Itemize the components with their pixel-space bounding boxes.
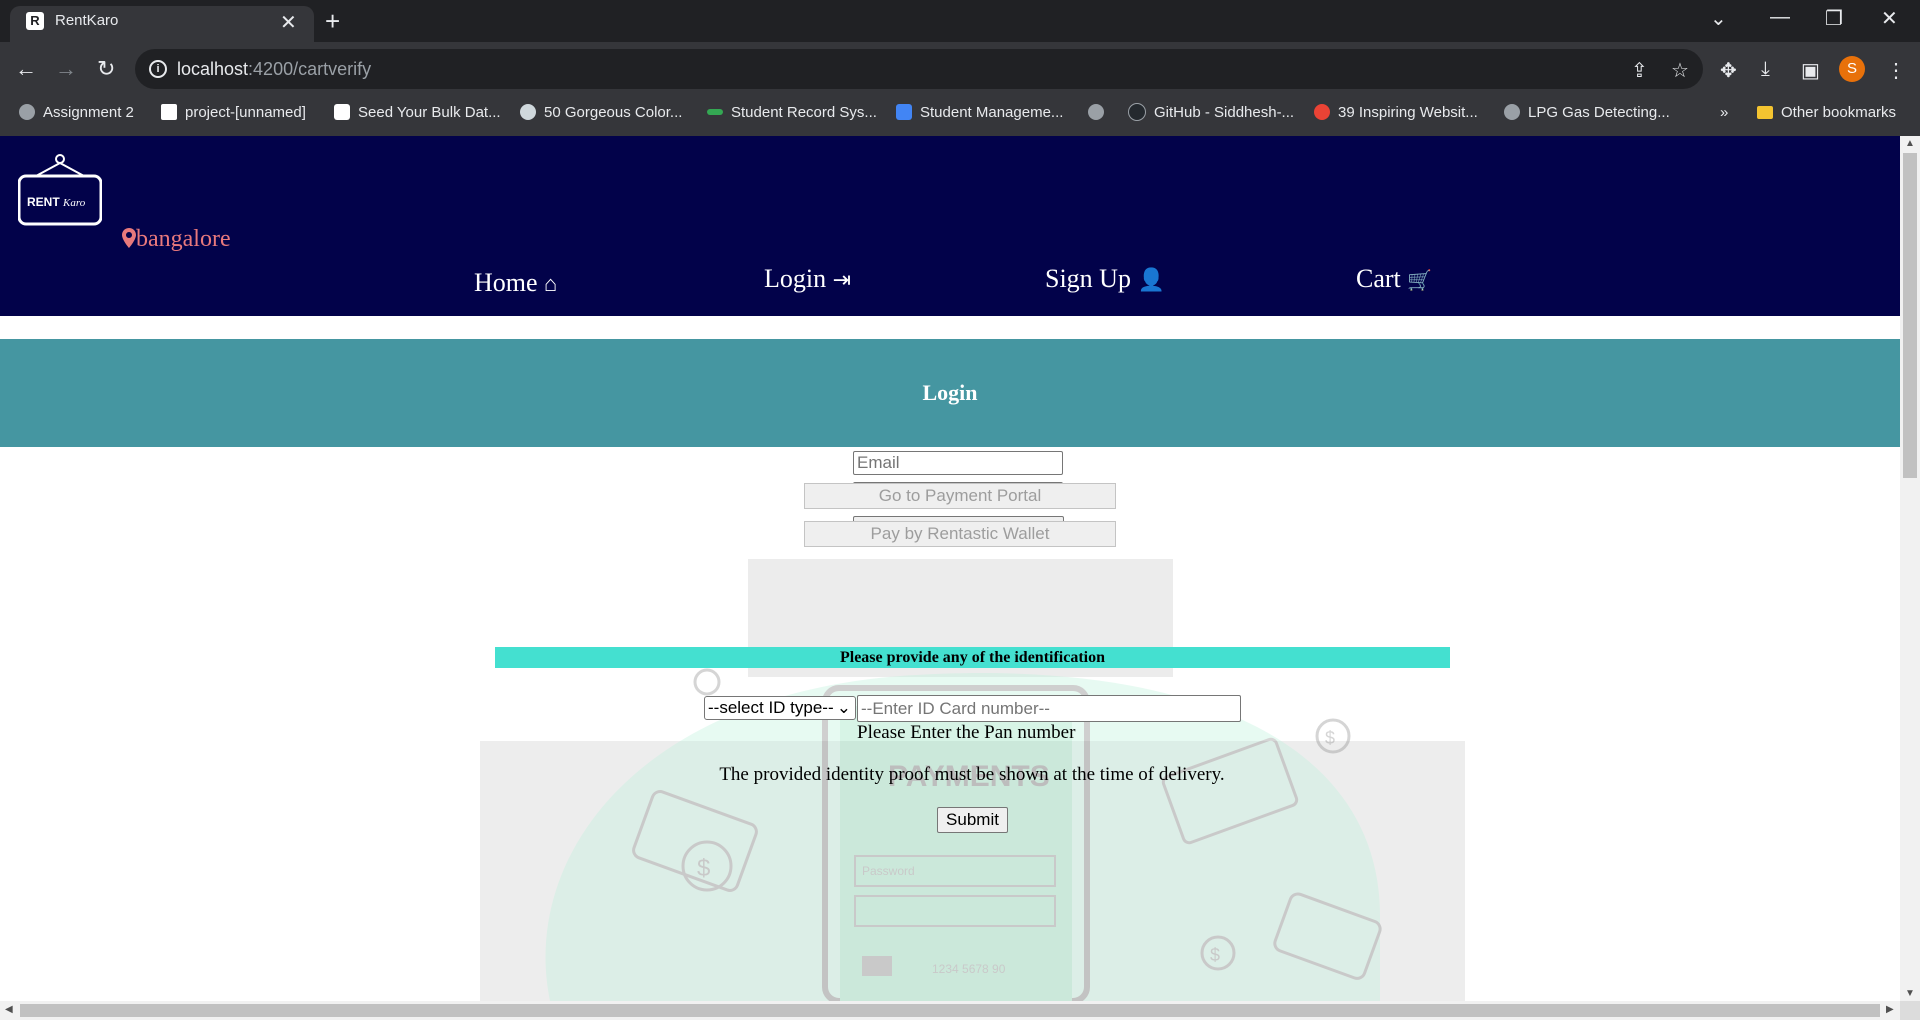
palette-icon (520, 104, 536, 120)
extensions-icon[interactable]: ✥ (1720, 58, 1737, 83)
site-header (0, 136, 1900, 316)
bookmark-item[interactable] (1088, 102, 1112, 122)
user-plus-icon: 👤 (1137, 267, 1165, 292)
logo-text-script: Karo (62, 197, 86, 209)
login-title: Login (922, 380, 978, 405)
identification-banner: Please provide any of the identification (495, 647, 1450, 668)
forward-icon[interactable]: → (55, 56, 77, 82)
nav-signup[interactable]: Sign Up 👤 (1045, 264, 1165, 294)
home-icon: ⌂ (544, 271, 558, 296)
menu-icon[interactable]: ⋮ (1886, 58, 1906, 83)
id-number-input[interactable]: --Enter ID Card number-- (857, 695, 1241, 722)
scroll-right-icon[interactable]: ▶ (1886, 1004, 1894, 1015)
bookmark-item[interactable]: LPG Gas Detecting... (1504, 102, 1670, 122)
management-icon (896, 104, 912, 120)
inspire-icon (1314, 104, 1330, 120)
identity-proof-note: The provided identity proof must be show… (719, 764, 1225, 785)
other-bookmarks-folder[interactable]: Other bookmarks (1757, 102, 1896, 122)
location-label: bangalore (136, 226, 231, 252)
nav-cart[interactable]: Cart 🛒 (1356, 264, 1432, 294)
github-icon (1128, 103, 1146, 121)
location-selector[interactable]: bangalore (122, 226, 231, 253)
restore-icon[interactable]: ❐ (1825, 6, 1843, 31)
url-text[interactable]: localhost:4200/cartverify (177, 59, 371, 80)
side-panel-icon[interactable]: ▣ (1801, 58, 1820, 83)
sign-in-icon: ⇥ (832, 267, 852, 292)
bookmark-item[interactable]: 50 Gorgeous Color... (520, 102, 682, 122)
globe-icon (1088, 104, 1104, 120)
nav-home[interactable]: Home ⌂ (474, 268, 557, 298)
profile-avatar[interactable]: S (1839, 56, 1865, 82)
share-icon[interactable]: ⇪ (1631, 58, 1648, 83)
svg-text:$: $ (1210, 945, 1220, 965)
wallet-pay-button[interactable]: Pay by Rentastic Wallet (804, 521, 1116, 547)
more-bookmarks-button[interactable]: » (1720, 102, 1728, 122)
record-icon (707, 109, 723, 115)
globe-icon (19, 104, 35, 120)
illustration-card-number: 1234 5678 90 (932, 962, 1006, 976)
logo-text-main: RENT (27, 195, 60, 209)
pan-validation-message: Please Enter the Pan number (857, 722, 1076, 743)
page-viewport: RENT Karo bangalore Home ⌂ Login ⇥ Sign … (0, 136, 1900, 1001)
bookmark-item[interactable]: Student Manageme... (896, 102, 1063, 122)
new-tab-icon[interactable]: + (325, 6, 340, 37)
window-close-icon[interactable]: ✕ (1881, 6, 1898, 31)
back-icon[interactable]: ← (15, 56, 37, 82)
email-input[interactable]: Email (853, 451, 1063, 475)
vertical-scroll-thumb[interactable] (1903, 153, 1917, 478)
medium-icon (334, 104, 350, 120)
bookmark-star-icon[interactable]: ☆ (1671, 58, 1689, 83)
tab-search-icon[interactable]: ⌄ (1710, 6, 1727, 31)
bookmark-item[interactable]: 39 Inspiring Websit... (1314, 102, 1478, 122)
horizontal-scroll-thumb[interactable] (20, 1004, 1880, 1017)
submit-button[interactable]: Submit (937, 807, 1008, 833)
chevron-down-icon: ⌄ (836, 698, 851, 717)
folder-icon (1757, 105, 1773, 119)
notion-icon (161, 104, 177, 120)
map-pin-icon (122, 228, 136, 248)
id-type-select[interactable]: --select ID type-- ⌄ (704, 696, 856, 720)
tab-favicon-icon: R (26, 12, 44, 30)
svg-text:$: $ (697, 855, 710, 882)
globe-icon (1504, 104, 1520, 120)
reload-icon[interactable]: ↻ (97, 56, 115, 82)
tab-close-icon[interactable]: ✕ (280, 10, 297, 35)
minimize-icon[interactable]: — (1770, 6, 1790, 29)
rentkaro-logo[interactable]: RENT Karo (18, 154, 102, 226)
site-info-icon[interactable]: i (149, 60, 167, 78)
bookmark-item[interactable]: Assignment 2 (19, 102, 134, 122)
id-type-selected: --select ID type-- (708, 698, 834, 717)
scroll-down-icon[interactable]: ▼ (1905, 988, 1915, 999)
url-path: :4200/cartverify (248, 59, 372, 79)
url-host: localhost (177, 59, 249, 79)
bookmark-item[interactable]: project-[unnamed] (161, 102, 306, 122)
bookmark-item[interactable]: GitHub - Siddhesh-... (1128, 102, 1294, 122)
bookmark-item[interactable]: Student Record Sys... (707, 102, 877, 122)
tab-title: RentKaro (55, 12, 119, 29)
scroll-left-icon[interactable]: ◀ (5, 1004, 13, 1015)
scroll-up-icon[interactable]: ▲ (1905, 138, 1915, 149)
payment-portal-button[interactable]: Go to Payment Portal (804, 483, 1116, 509)
download-icon[interactable]: ⤓ (1761, 58, 1770, 81)
bookmark-item[interactable]: Seed Your Bulk Dat... (334, 102, 501, 122)
svg-text:$: $ (1325, 728, 1335, 748)
illustration-password: Password (862, 864, 915, 878)
nav-login[interactable]: Login ⇥ (764, 264, 851, 294)
cart-icon: 🛒 (1407, 270, 1433, 292)
scrollbar-corner (1900, 1001, 1920, 1020)
